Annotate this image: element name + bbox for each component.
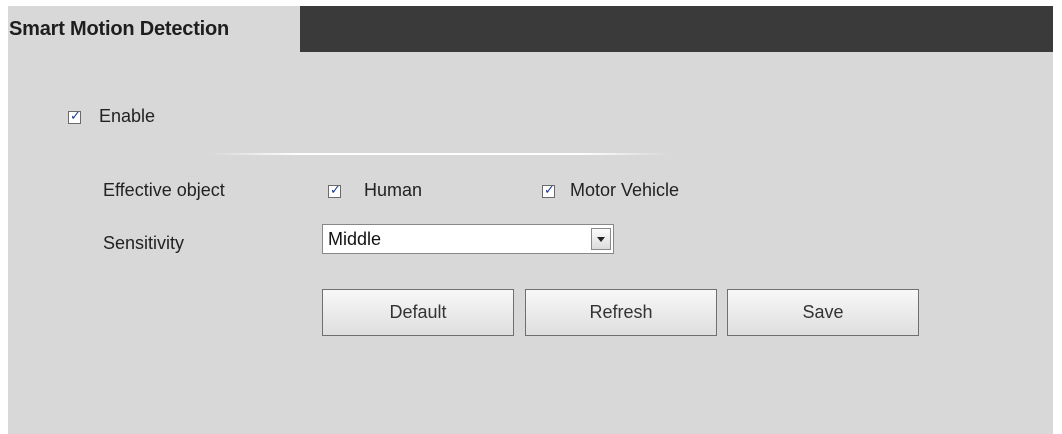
page-title: Smart Motion Detection xyxy=(8,6,301,70)
enable-label: Enable xyxy=(99,106,156,126)
human-checkbox[interactable] xyxy=(328,183,341,198)
header-dark-band xyxy=(300,6,1053,52)
sensitivity-value: Middle xyxy=(328,229,382,249)
header-bar: Smart Motion Detection xyxy=(8,6,1053,70)
sensitivity-label: Sensitivity xyxy=(103,233,185,253)
refresh-button[interactable]: Refresh xyxy=(525,289,717,336)
enable-checkbox[interactable] xyxy=(68,109,81,124)
save-button[interactable]: Save xyxy=(727,289,919,336)
motor-vehicle-label: Motor Vehicle xyxy=(570,180,680,200)
divider xyxy=(208,153,670,155)
effective-object-label: Effective object xyxy=(103,180,225,200)
default-button[interactable]: Default xyxy=(322,289,514,336)
motor-vehicle-checkbox[interactable] xyxy=(542,183,555,198)
human-label: Human xyxy=(364,180,423,200)
settings-panel: Smart Motion Detection Enable Effective … xyxy=(8,6,1053,434)
sensitivity-select[interactable]: Middle xyxy=(322,224,614,254)
chevron-down-icon[interactable] xyxy=(591,228,611,250)
